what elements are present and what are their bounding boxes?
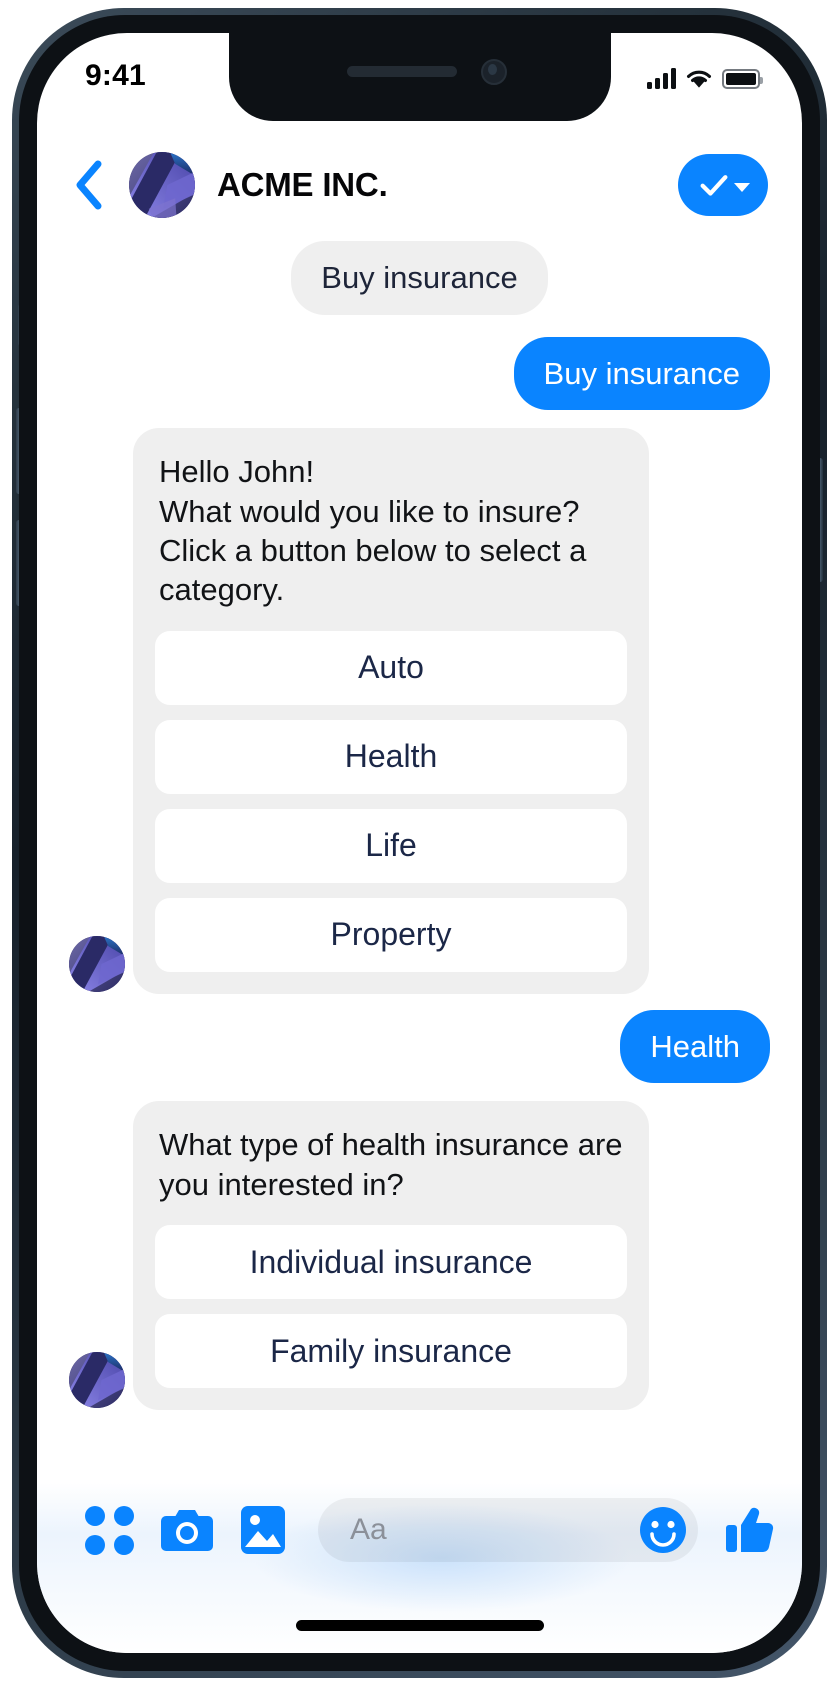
option-button-health[interactable]: Health [155, 719, 627, 794]
prompt-pill[interactable]: Buy insurance [291, 241, 548, 315]
option-button-family-insurance[interactable]: Family insurance [155, 1314, 627, 1389]
message-row: What type of health insurance are you in… [69, 1101, 770, 1411]
phone-screen: 9:41 ACME INC. Buy insurance Buy insuran… [37, 33, 802, 1653]
checkmark-icon [700, 175, 727, 196]
avatar-artwork [69, 935, 125, 992]
battery-full-icon [722, 69, 763, 89]
cellular-signal-icon [647, 68, 676, 89]
thumbs-up-icon[interactable] [724, 1504, 776, 1556]
chat-header: ACME INC. [37, 137, 802, 233]
earpiece-speaker [346, 66, 457, 77]
image-gallery-icon[interactable] [240, 1505, 286, 1555]
conversation-thread: Buy insurance Buy insurance Hello John! … [37, 233, 802, 1483]
chevron-left-icon [76, 160, 102, 210]
message-row: Buy insurance [69, 336, 770, 411]
message-row: Health [69, 1009, 770, 1084]
message-input[interactable]: Aa [318, 1498, 698, 1562]
outgoing-message: Buy insurance [513, 336, 770, 411]
avatar-artwork [129, 152, 195, 218]
bot-avatar [69, 1352, 125, 1409]
status-time: 9:41 [85, 59, 146, 92]
home-indicator [295, 1620, 544, 1631]
outgoing-message: Health [620, 1009, 770, 1084]
toolbar: Aa [37, 1489, 802, 1571]
wifi-icon [687, 70, 711, 88]
option-button-life[interactable]: Life [155, 808, 627, 883]
card-message-text: Hello John! What would you like to insur… [159, 454, 587, 608]
message-input-placeholder: Aa [350, 1513, 387, 1546]
option-button-individual-insurance[interactable]: Individual insurance [155, 1225, 627, 1300]
message-input-bar: Aa [37, 1483, 802, 1653]
phone-frame: 9:41 ACME INC. Buy insurance Buy insuran… [12, 8, 827, 1678]
notch [228, 33, 611, 121]
status-icons [647, 63, 763, 89]
page-title: ACME INC. [217, 166, 388, 203]
avatar-artwork [69, 1352, 125, 1409]
mark-done-button[interactable] [678, 154, 768, 216]
smiley-face-icon[interactable] [638, 1505, 688, 1555]
message-row: Hello John! What would you like to insur… [69, 428, 770, 994]
camera-icon[interactable] [160, 1507, 214, 1553]
company-avatar[interactable] [129, 152, 195, 218]
options-card: Hello John! What would you like to insur… [133, 428, 649, 994]
phone-bezel: 9:41 ACME INC. Buy insurance Buy insuran… [19, 15, 820, 1671]
card-message-text: What type of health insurance are you in… [159, 1127, 623, 1202]
caret-down-icon [733, 182, 750, 192]
option-button-auto[interactable]: Auto [155, 630, 627, 705]
apps-grid-icon[interactable] [85, 1505, 134, 1555]
front-camera-icon [480, 59, 507, 85]
bot-avatar [69, 935, 125, 992]
options-card: What type of health insurance are you in… [133, 1101, 649, 1411]
option-button-property[interactable]: Property [155, 897, 627, 972]
message-row: Buy insurance [69, 241, 770, 315]
back-button[interactable] [67, 159, 111, 211]
